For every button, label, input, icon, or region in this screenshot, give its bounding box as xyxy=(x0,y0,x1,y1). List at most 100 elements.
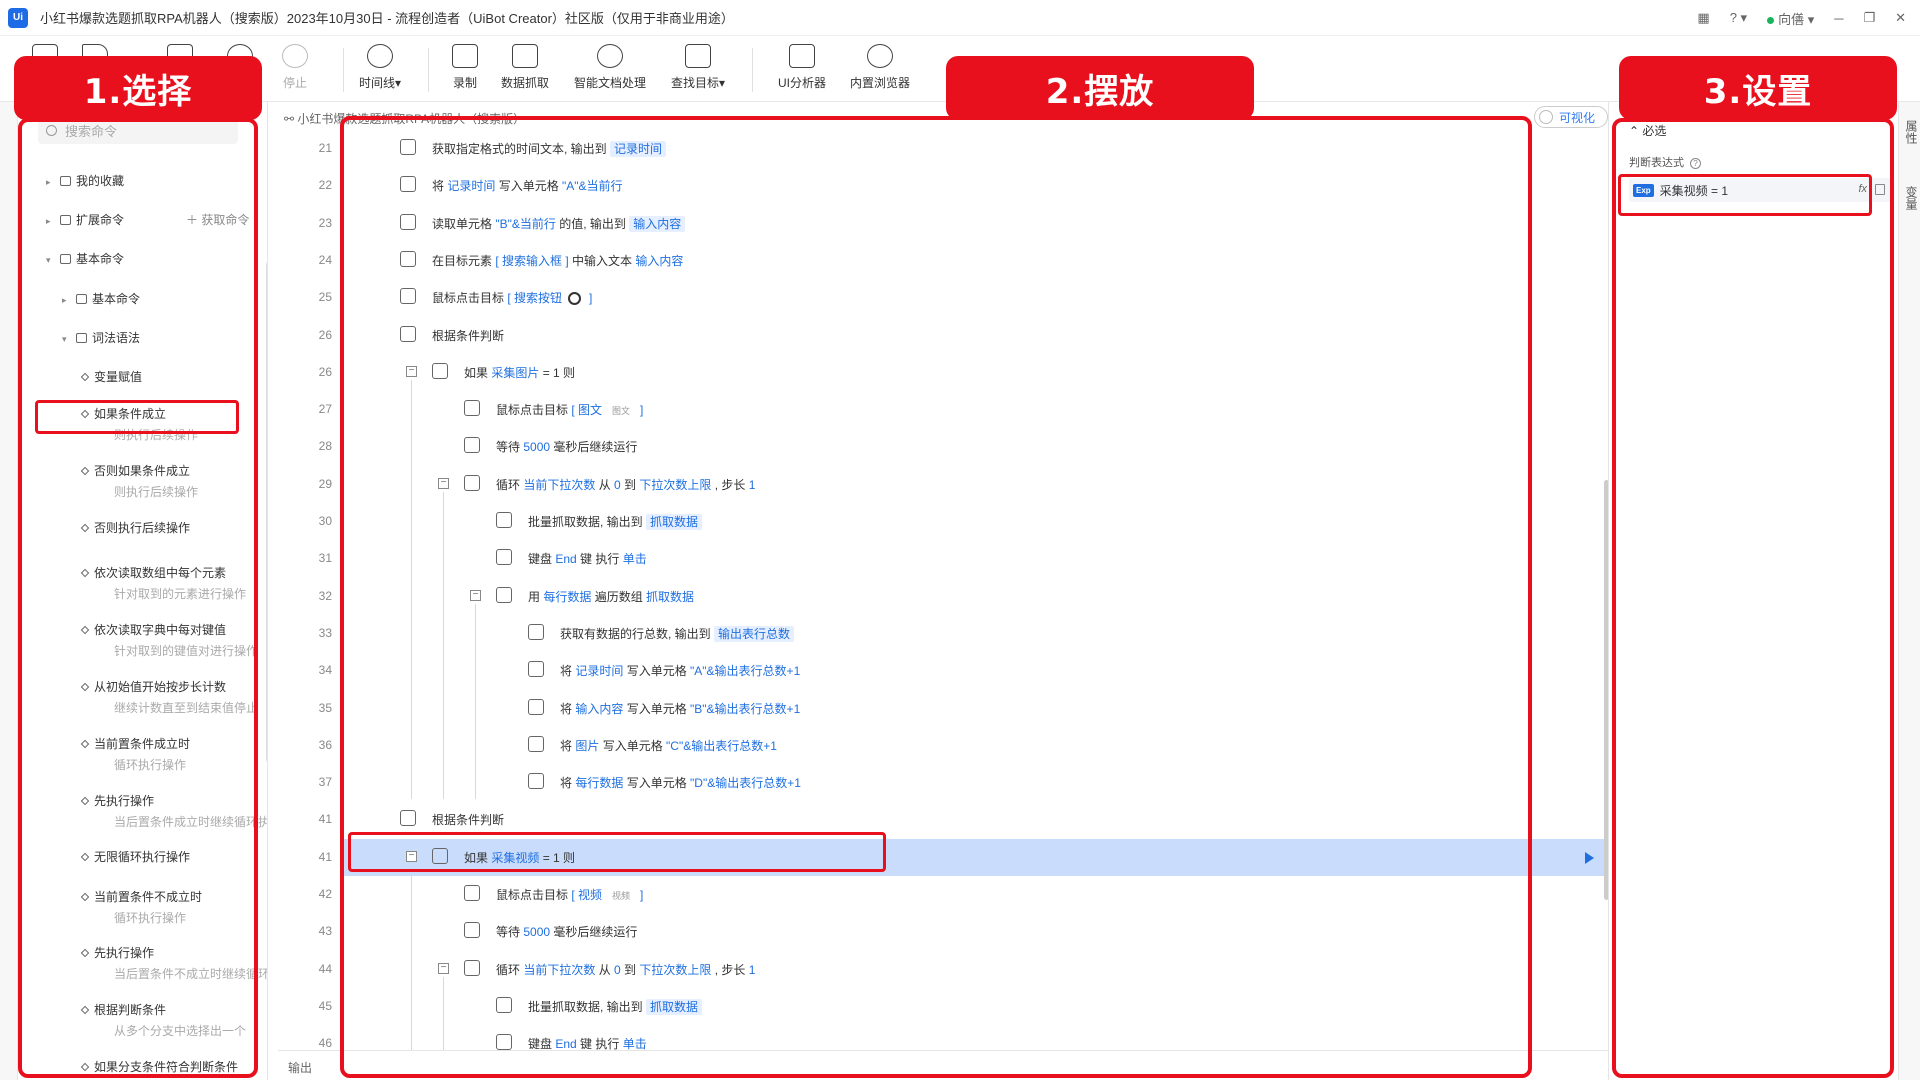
visual-toggle[interactable]: 可视化 xyxy=(1534,106,1608,128)
tab-flow[interactable]: ⚯ 小红书爆款选题抓取RPA机器人（搜索版） xyxy=(284,110,525,127)
code-variable[interactable]: 0 xyxy=(614,478,621,492)
code-variable[interactable]: End xyxy=(555,1037,576,1050)
code-variable[interactable]: 输入内容 xyxy=(629,215,686,232)
code-variable[interactable]: "B"&当前行 xyxy=(495,217,556,231)
code-row[interactable]: 获取有数据的行总数, 输出到 输出表行总数 xyxy=(340,615,1608,652)
code-variable[interactable]: 每行数据 xyxy=(575,776,623,790)
properties-rail-tab[interactable]: 属性 xyxy=(1903,120,1920,144)
code-variable[interactable]: 记录时间 xyxy=(575,664,623,678)
code-variable[interactable]: 单击 xyxy=(623,552,647,566)
code-variable[interactable]: 下拉次数上限 xyxy=(639,478,711,492)
code-row[interactable]: 将 每行数据 写入单元格 "D"&输出表行总数+1 xyxy=(340,764,1608,801)
code-variable[interactable]: "C"&输出表行总数+1 xyxy=(666,739,777,753)
collapse-toggle-icon[interactable]: − xyxy=(470,589,481,601)
tree-basic-root[interactable]: ▾ 基本命令 xyxy=(46,250,124,267)
command-item[interactable]: 否则如果条件成立 xyxy=(80,462,190,479)
required-section-toggle[interactable]: ⌃ 必选 xyxy=(1629,122,1666,139)
command-item[interactable]: 如果条件成立 xyxy=(80,405,166,422)
collapse-toggle-icon[interactable]: − xyxy=(406,365,417,377)
code-variable[interactable]: [ 搜索输入框 ] xyxy=(495,254,568,268)
command-item[interactable]: 当前置条件不成立时 xyxy=(80,888,202,905)
code-variable[interactable]: "D"&输出表行总数+1 xyxy=(690,776,801,790)
code-variable[interactable]: [ 搜索按钮 xyxy=(507,291,562,305)
code-variable[interactable]: 5000 xyxy=(523,925,550,939)
code-row[interactable]: 将 输入内容 写入单元格 "B"&输出表行总数+1 xyxy=(340,690,1608,727)
code-variable[interactable]: 记录时间 xyxy=(610,141,667,157)
code-variable[interactable]: "B"&输出表行总数+1 xyxy=(690,702,800,716)
command-item[interactable]: 如果分支条件符合判断条件 xyxy=(80,1058,238,1075)
code-row[interactable]: 键盘 End 键 执行 单击 xyxy=(340,540,1608,577)
code-row-selected[interactable]: − 如果 采集视频 = 1 则 xyxy=(340,838,1608,876)
layout-icon[interactable]: ▦ xyxy=(1697,10,1709,26)
data-capture-button[interactable]: 数据抓取 xyxy=(480,44,570,91)
code-row[interactable]: − 循环 当前下拉次数 从 0 到 下拉次数上限 , 步长 1 xyxy=(340,951,1608,988)
code-variable[interactable]: "A"&输出表行总数+1 xyxy=(690,664,800,678)
tree-basic-child[interactable]: ▸ 基本命令 xyxy=(62,290,140,307)
code-variable[interactable]: 1 xyxy=(749,963,756,977)
collapse-toggle-icon[interactable]: − xyxy=(438,962,449,974)
code-variable[interactable]: 抓取数据 xyxy=(646,514,703,530)
collapse-toggle-icon[interactable]: − xyxy=(406,850,417,862)
fx-icon[interactable]: fx xyxy=(1858,183,1867,195)
code-variable[interactable]: 0 xyxy=(614,963,621,977)
code-variable[interactable]: [ 图文 xyxy=(571,403,602,417)
get-commands-button[interactable]: ＋ 获取命令 xyxy=(186,211,249,228)
help-icon[interactable]: ? xyxy=(1690,158,1701,169)
code-variable[interactable]: ] xyxy=(589,291,592,305)
command-item[interactable]: 从初始值开始按步长计数 xyxy=(80,678,226,695)
code-variable[interactable]: ] xyxy=(640,888,643,902)
tree-extensions[interactable]: ▸ 扩展命令 xyxy=(46,211,124,228)
code-variable[interactable]: [ 视频 xyxy=(571,888,602,902)
code-row[interactable]: 批量抓取数据, 输出到 抓取数据 xyxy=(340,988,1608,1025)
code-row[interactable]: 等待 5000 毫秒后继续运行 xyxy=(340,913,1608,950)
code-variable[interactable]: 采集视频 xyxy=(491,851,539,865)
expression-input[interactable]: Exp 采集视频 = 1 fx xyxy=(1629,178,1891,202)
command-item[interactable]: 先执行操作 xyxy=(80,792,154,809)
code-variable[interactable]: 下拉次数上限 xyxy=(639,963,711,977)
command-item[interactable]: 依次读取字典中每对键值 xyxy=(80,621,226,638)
variables-rail-tab[interactable]: 变量 xyxy=(1903,186,1920,210)
help-icon[interactable]: ? ▾ xyxy=(1730,10,1747,26)
code-variable[interactable]: 输出表行总数 xyxy=(714,625,795,642)
command-item[interactable]: 变量赋值 xyxy=(80,368,142,385)
code-variable[interactable]: 抓取数据 xyxy=(646,590,694,604)
minimize-icon[interactable]: ─ xyxy=(1834,11,1843,26)
code-variable[interactable]: 当前下拉次数 xyxy=(523,478,595,492)
timeline-button[interactable]: 时间线▾ xyxy=(335,44,425,91)
code-row[interactable]: 鼠标点击目标 [ 图文 图文] xyxy=(340,391,1608,428)
command-item[interactable]: 当前置条件成立时 xyxy=(80,735,190,752)
code-row[interactable]: 获取指定格式的时间文本, 输出到 记录时间 xyxy=(340,130,1608,167)
code-variable[interactable]: 输入内容 xyxy=(575,702,623,716)
code-row[interactable]: 在目标元素 [ 搜索输入框 ] 中输入文本 输入内容 xyxy=(340,242,1608,279)
code-row[interactable]: − 循环 当前下拉次数 从 0 到 下拉次数上限 , 步长 1 xyxy=(340,466,1608,503)
browser-button[interactable]: 内置浏览器 xyxy=(835,44,925,91)
tree-syntax[interactable]: ▾ 词法语法 xyxy=(62,329,140,346)
code-variable[interactable]: 单击 xyxy=(623,1037,647,1050)
code-row[interactable]: 读取单元格 "B"&当前行 的值, 输出到 输入内容 xyxy=(340,205,1608,242)
code-row[interactable]: 键盘 End 键 执行 单击 xyxy=(340,1025,1608,1050)
code-variable[interactable]: 采集图片 xyxy=(491,366,539,380)
output-tab[interactable]: 输出 xyxy=(288,1059,312,1076)
code-variable[interactable]: 每行数据 xyxy=(543,590,591,604)
code-variable[interactable]: ] xyxy=(640,403,643,417)
play-icon[interactable] xyxy=(1585,851,1594,864)
tree-favorites[interactable]: ▸ 我的收藏 xyxy=(46,172,124,189)
code-row[interactable]: 将 记录时间 写入单元格 "A"&输出表行总数+1 xyxy=(340,652,1608,689)
command-item[interactable]: 先执行操作 xyxy=(80,944,154,961)
code-row[interactable]: − 用 每行数据 遍历数组 抓取数据 xyxy=(340,578,1608,615)
code-variable[interactable]: 图片 xyxy=(575,739,599,753)
code-variable[interactable]: 抓取数据 xyxy=(646,998,703,1015)
left-rail[interactable] xyxy=(0,102,18,1080)
code-row[interactable]: 根据条件判断 xyxy=(340,317,1608,354)
close-icon[interactable]: ✕ xyxy=(1895,10,1906,26)
code-row[interactable]: 将 图片 写入单元格 "C"&输出表行总数+1 xyxy=(340,727,1608,764)
collapse-toggle-icon[interactable]: − xyxy=(438,477,449,489)
code-variable[interactable]: End xyxy=(555,552,576,566)
code-row[interactable]: 鼠标点击目标 [ 搜索按钮] xyxy=(340,279,1608,316)
code-row[interactable]: − 如果 采集图片 = 1 则 xyxy=(340,354,1608,391)
command-item[interactable]: 依次读取数组中每个元素 xyxy=(80,564,226,581)
command-item[interactable]: 否则执行后续操作 xyxy=(80,519,190,536)
code-row[interactable]: 根据条件判断 xyxy=(340,801,1608,838)
scrollbar[interactable] xyxy=(266,262,267,762)
code-variable[interactable]: 当前下拉次数 xyxy=(523,963,595,977)
